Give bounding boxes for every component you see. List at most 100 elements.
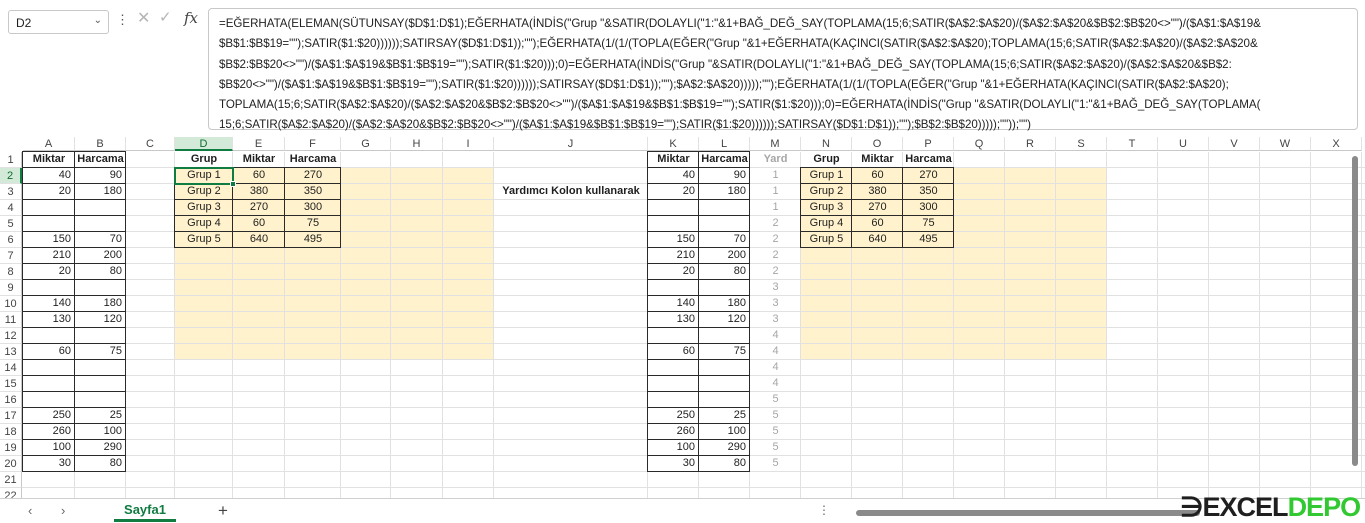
source-cell[interactable]: 210 xyxy=(23,248,75,264)
row-header-10[interactable]: 10 xyxy=(0,296,22,312)
source2-cell[interactable]: 80 xyxy=(699,456,750,472)
source-cell[interactable] xyxy=(23,280,75,296)
row-header-6[interactable]: 6 xyxy=(0,232,22,248)
source-cell[interactable]: 30 xyxy=(23,456,75,472)
sheet-tab-sayfa1[interactable]: Sayfa1 xyxy=(114,499,176,522)
helper-column-cell[interactable]: 4 xyxy=(750,328,801,344)
result2-cell[interactable]: 270 xyxy=(852,200,903,216)
row-header-1[interactable]: 1 xyxy=(0,152,22,168)
source-cell[interactable] xyxy=(75,376,126,392)
helper-column-cell[interactable]: 4 xyxy=(750,344,801,360)
enter-icon[interactable]: ✓ xyxy=(159,8,172,26)
column-header-m[interactable]: M xyxy=(750,137,801,151)
source2-cell[interactable]: 25 xyxy=(699,408,750,424)
result-cell[interactable]: 270 xyxy=(285,168,341,184)
result-cell[interactable]: 75 xyxy=(285,216,341,232)
result2-cell[interactable]: Grup 5 xyxy=(801,232,852,248)
result2-cell[interactable]: 60 xyxy=(852,216,903,232)
source2-cell[interactable] xyxy=(699,328,750,344)
source2-cell[interactable]: 210 xyxy=(648,248,699,264)
result-header-cell[interactable]: Miktar xyxy=(233,152,285,168)
column-header-p[interactable]: P xyxy=(903,137,954,151)
result-cell[interactable]: 60 xyxy=(233,216,285,232)
source2-cell[interactable]: 130 xyxy=(648,312,699,328)
row-header-20[interactable]: 20 xyxy=(0,456,22,472)
result2-cell[interactable]: 60 xyxy=(852,168,903,184)
source-cell[interactable] xyxy=(75,360,126,376)
source2-cell[interactable] xyxy=(699,392,750,408)
result-cell[interactable]: 495 xyxy=(285,232,341,248)
column-header-r[interactable]: R xyxy=(1005,137,1056,151)
column-header-d[interactable]: D xyxy=(175,137,233,151)
source-cell[interactable]: 150 xyxy=(23,232,75,248)
chevron-down-icon[interactable]: ⌄ xyxy=(94,15,102,26)
row-header-4[interactable]: 4 xyxy=(0,200,22,216)
result2-cell[interactable]: 350 xyxy=(903,184,954,200)
helper-column-cell[interactable]: 5 xyxy=(750,408,801,424)
source-cell[interactable]: 250 xyxy=(23,408,75,424)
row-header-14[interactable]: 14 xyxy=(0,360,22,376)
column-header-f[interactable]: F xyxy=(285,137,341,151)
name-box[interactable]: D2 ⌄ xyxy=(8,10,109,34)
helper-column-cell[interactable]: 2 xyxy=(750,248,801,264)
result2-cell[interactable]: Grup 3 xyxy=(801,200,852,216)
result2-header-cell[interactable]: Harcama xyxy=(903,152,954,168)
row-header-17[interactable]: 17 xyxy=(0,408,22,424)
next-sheet-icon[interactable]: › xyxy=(61,503,65,518)
source-cell[interactable]: 100 xyxy=(23,440,75,456)
column-header-c[interactable]: C xyxy=(126,137,175,151)
helper-title[interactable]: Yardımcı Kolon kullanarak xyxy=(494,184,648,200)
formula-input[interactable]: =EĞERHATA(ELEMAN(SÜTUNSAY($D$1:D$1);EĞER… xyxy=(208,8,1358,131)
source2-cell[interactable]: 20 xyxy=(648,184,699,200)
source2-cell[interactable]: 75 xyxy=(699,344,750,360)
row-header-21[interactable]: 21 xyxy=(0,472,22,488)
row-header-8[interactable]: 8 xyxy=(0,264,22,280)
source-cell[interactable] xyxy=(23,328,75,344)
result-cell[interactable]: 60 xyxy=(233,168,285,184)
helper-column-cell[interactable]: 5 xyxy=(750,440,801,456)
row-header-7[interactable]: 7 xyxy=(0,248,22,264)
cancel-icon[interactable]: ✕ xyxy=(137,8,150,28)
source-cell[interactable]: 80 xyxy=(75,456,126,472)
source-cell[interactable]: 180 xyxy=(75,296,126,312)
source-cell[interactable]: 120 xyxy=(75,312,126,328)
source-cell[interactable] xyxy=(23,200,75,216)
column-header-i[interactable]: I xyxy=(443,137,494,151)
source2-cell[interactable] xyxy=(648,376,699,392)
source-cell[interactable] xyxy=(75,392,126,408)
helper-column-cell[interactable]: 1 xyxy=(750,168,801,184)
source2-cell[interactable]: 70 xyxy=(699,232,750,248)
source-cell[interactable]: 25 xyxy=(75,408,126,424)
source2-cell[interactable] xyxy=(648,392,699,408)
helper-column-cell[interactable]: 4 xyxy=(750,376,801,392)
horizontal-scroll-thumb[interactable] xyxy=(856,510,1200,516)
source-cell[interactable] xyxy=(23,392,75,408)
source2-cell[interactable]: 250 xyxy=(648,408,699,424)
source-cell[interactable]: 20 xyxy=(23,184,75,200)
column-header-v[interactable]: V xyxy=(1209,137,1260,151)
source2-cell[interactable] xyxy=(648,328,699,344)
source-cell[interactable]: 40 xyxy=(23,168,75,184)
source-cell[interactable]: 75 xyxy=(75,344,126,360)
source2-cell[interactable] xyxy=(699,280,750,296)
result-cell[interactable]: 350 xyxy=(285,184,341,200)
helper-column-cell[interactable]: 5 xyxy=(750,392,801,408)
source-cell[interactable] xyxy=(75,280,126,296)
add-sheet-button[interactable]: + xyxy=(218,501,228,521)
result2-cell[interactable]: 640 xyxy=(852,232,903,248)
column-header-k[interactable]: K xyxy=(648,137,699,151)
column-header-o[interactable]: O xyxy=(852,137,903,151)
source2-cell[interactable]: 200 xyxy=(699,248,750,264)
result-header-cell[interactable]: Harcama xyxy=(285,152,341,168)
source-cell[interactable]: 140 xyxy=(23,296,75,312)
column-header-j[interactable]: J xyxy=(494,137,648,151)
worksheet-grid[interactable]: A B C D E F G H I J K L M N O P Q R S T U V W X 1 2 3 4 5 6 7 8 9 10 11 12 1… xyxy=(0,137,1365,498)
helper-column-cell[interactable]: 2 xyxy=(750,264,801,280)
row-header-9[interactable]: 9 xyxy=(0,280,22,296)
source-header-cell[interactable]: Harcama xyxy=(75,152,126,168)
helper-column-cell[interactable]: 1 xyxy=(750,184,801,200)
result2-header-cell[interactable]: Miktar xyxy=(852,152,903,168)
result2-cell[interactable]: 270 xyxy=(903,168,954,184)
row-header-13[interactable]: 13 xyxy=(0,344,22,360)
source-cell[interactable]: 130 xyxy=(23,312,75,328)
